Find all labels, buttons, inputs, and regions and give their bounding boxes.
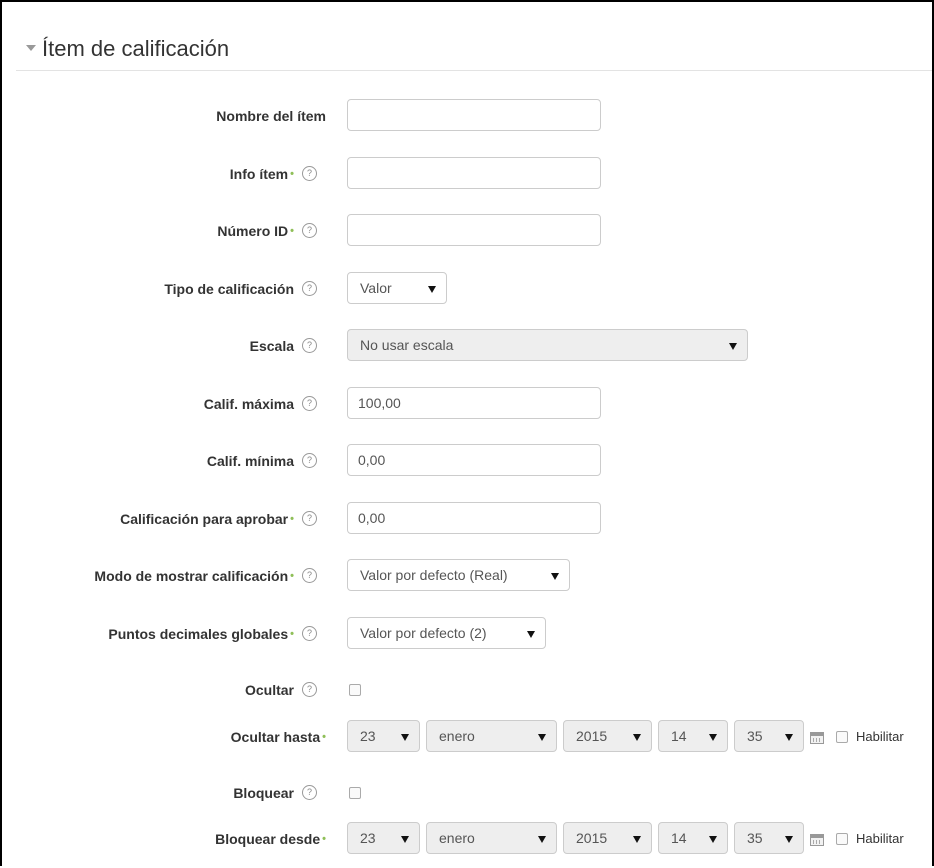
- hidden-until-year-select[interactable]: 2015: [563, 720, 652, 752]
- help-circle-icon[interactable]: ?: [302, 165, 317, 181]
- lock-after-day-select[interactable]: 23: [347, 822, 420, 854]
- locked-checkbox[interactable]: [349, 787, 361, 799]
- dropdown-arrow-icon: [428, 286, 436, 293]
- grade-pass-label: Calificación para aprobar •?: [120, 502, 317, 536]
- scale-label: Escala?: [250, 329, 317, 363]
- help-circle-icon[interactable]: ?: [302, 567, 317, 583]
- required-asterisk-icon: •: [290, 513, 294, 525]
- lock-after-minute-select[interactable]: 35: [734, 822, 804, 854]
- grade-type-label: Tipo de calificación?: [164, 272, 317, 306]
- hidden-until-enable-checkbox[interactable]: [836, 731, 848, 743]
- item-name-input[interactable]: [347, 99, 601, 131]
- required-asterisk-icon: •: [290, 628, 294, 640]
- collapse-caret-icon[interactable]: [26, 45, 36, 51]
- dropdown-arrow-icon: [538, 836, 546, 843]
- grade-min-label: Calif. mínima?: [207, 444, 317, 478]
- scale-select[interactable]: No usar escala: [347, 329, 748, 361]
- dropdown-arrow-icon: [551, 573, 559, 580]
- required-asterisk-icon: •: [290, 168, 294, 180]
- calendar-icon[interactable]: [810, 834, 824, 846]
- row-hidden-until: Ocultar hasta • 23 enero 2015 14 35 Habil…: [2, 720, 932, 754]
- grade-type-select[interactable]: Valor: [347, 272, 447, 304]
- hidden-until-minute-select[interactable]: 35: [734, 720, 804, 752]
- row-lock-after: Bloquear desde • 23 enero 2015 14 35 Habi…: [2, 822, 932, 856]
- help-circle-icon[interactable]: ?: [302, 510, 317, 526]
- section-title: Ítem de calificación: [42, 36, 230, 61]
- required-asterisk-icon: •: [290, 570, 294, 582]
- lock-after-enable-checkbox[interactable]: [836, 833, 848, 845]
- dropdown-arrow-icon: [538, 734, 546, 741]
- help-circle-icon[interactable]: ?: [302, 337, 317, 353]
- row-grade-type: Tipo de calificación? Valor: [2, 272, 932, 306]
- lock-after-hour-select[interactable]: 14: [658, 822, 728, 854]
- dropdown-arrow-icon: [709, 734, 717, 741]
- help-circle-icon[interactable]: ?: [302, 625, 317, 641]
- display-type-label: Modo de mostrar calificación •?: [94, 559, 317, 593]
- hidden-label: Ocultar?: [245, 673, 317, 707]
- row-item-name: Nombre del ítem: [2, 99, 932, 133]
- dropdown-arrow-icon: [729, 343, 737, 350]
- hidden-checkbox[interactable]: [349, 684, 361, 696]
- hidden-until-enable-label: Habilitar: [856, 729, 904, 744]
- item-info-label: Info ítem •?: [230, 157, 317, 191]
- row-grade-min: Calif. mínima? 0,00: [2, 444, 932, 478]
- hidden-until-hour-select[interactable]: 14: [658, 720, 728, 752]
- row-locked: Bloquear?: [2, 776, 932, 810]
- form-frame: Ítem de calificación Nombre del ítem Inf…: [0, 0, 934, 866]
- item-info-input[interactable]: [347, 157, 601, 189]
- locked-label: Bloquear?: [233, 776, 317, 810]
- help-circle-icon[interactable]: ?: [302, 784, 317, 800]
- calendar-icon[interactable]: [810, 732, 824, 744]
- lock-after-enable-label: Habilitar: [856, 831, 904, 846]
- row-item-info: Info ítem •?: [2, 157, 932, 191]
- grade-min-input[interactable]: 0,00: [347, 444, 601, 476]
- row-grade-max: Calif. máxima? 100,00: [2, 387, 932, 421]
- item-name-label: Nombre del ítem: [216, 108, 326, 124]
- dropdown-arrow-icon: [785, 734, 793, 741]
- dropdown-arrow-icon: [709, 836, 717, 843]
- hidden-until-day-select[interactable]: 23: [347, 720, 420, 752]
- section-header[interactable]: Ítem de calificación: [16, 30, 932, 71]
- display-type-select[interactable]: Valor por defecto (Real): [347, 559, 570, 591]
- lock-after-year-select[interactable]: 2015: [563, 822, 652, 854]
- row-hidden: Ocultar?: [2, 673, 932, 707]
- row-id-number: Número ID •?: [2, 214, 932, 248]
- required-asterisk-icon: •: [290, 225, 294, 237]
- id-number-label: Número ID •?: [217, 214, 317, 248]
- help-circle-icon[interactable]: ?: [302, 395, 317, 411]
- decimals-select[interactable]: Valor por defecto (2): [347, 617, 546, 649]
- required-asterisk-icon: •: [322, 731, 326, 743]
- row-decimals: Puntos decimales globales •? Valor por de…: [2, 617, 932, 651]
- decimals-label: Puntos decimales globales •?: [108, 617, 317, 651]
- lock-after-month-select[interactable]: enero: [426, 822, 557, 854]
- dropdown-arrow-icon: [633, 836, 641, 843]
- row-scale: Escala? No usar escala: [2, 329, 932, 363]
- dropdown-arrow-icon: [633, 734, 641, 741]
- id-number-input[interactable]: [347, 214, 601, 246]
- row-display-type: Modo de mostrar calificación •? Valor por…: [2, 559, 932, 593]
- help-circle-icon[interactable]: ?: [302, 222, 317, 238]
- grade-pass-input[interactable]: 0,00: [347, 502, 601, 534]
- help-circle-icon[interactable]: ?: [302, 280, 317, 296]
- hidden-until-month-select[interactable]: enero: [426, 720, 557, 752]
- dropdown-arrow-icon: [527, 631, 535, 638]
- grade-max-input[interactable]: 100,00: [347, 387, 601, 419]
- dropdown-arrow-icon: [401, 734, 409, 741]
- row-grade-pass: Calificación para aprobar •? 0,00: [2, 502, 932, 536]
- help-circle-icon[interactable]: ?: [302, 681, 317, 697]
- hidden-until-label: Ocultar hasta •: [230, 729, 326, 745]
- help-circle-icon[interactable]: ?: [302, 452, 317, 468]
- dropdown-arrow-icon: [401, 836, 409, 843]
- dropdown-arrow-icon: [785, 836, 793, 843]
- grade-max-label: Calif. máxima?: [204, 387, 317, 421]
- required-asterisk-icon: •: [322, 833, 326, 845]
- lock-after-label: Bloquear desde •: [215, 831, 326, 847]
